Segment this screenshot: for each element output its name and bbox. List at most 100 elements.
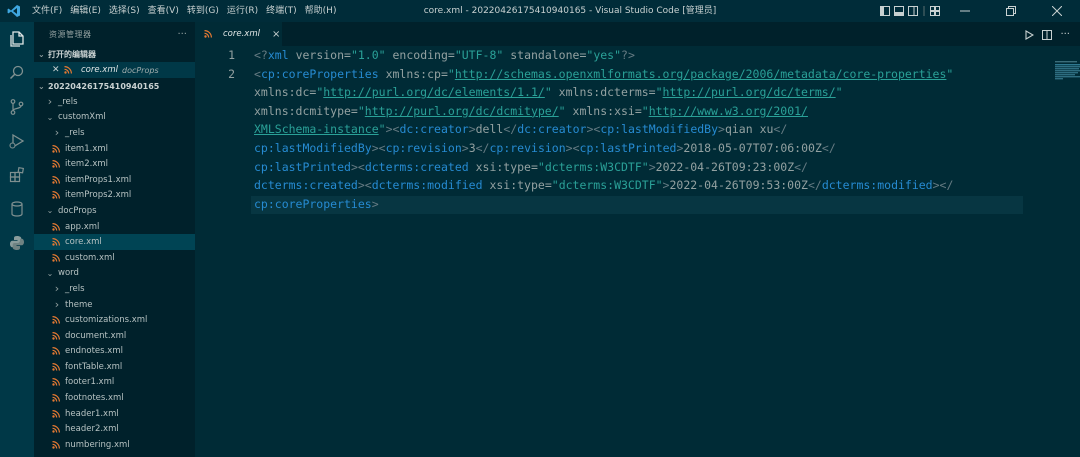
tree-file[interactable]: app.xml	[34, 219, 195, 235]
menu-item[interactable]: 终端(T)	[262, 0, 301, 22]
code-token: <	[572, 141, 580, 155]
menu-item[interactable]: 查看(V)	[144, 0, 183, 22]
code-token: </	[939, 178, 954, 193]
xml-file-icon	[52, 409, 60, 418]
tree-file[interactable]: item1.xml	[34, 141, 195, 157]
tree-item-label: numbering.xml	[65, 439, 130, 450]
code-token: dc:creator	[399, 122, 469, 137]
code-token: http://www.w3.org/2001/	[648, 103, 808, 118]
toggle-panel-icon[interactable]	[892, 0, 906, 22]
chevron-down-icon: ⌄	[46, 206, 54, 216]
run-icon[interactable]	[1025, 25, 1035, 44]
tree-folder[interactable]: › _rels	[34, 125, 195, 141]
tree-folder[interactable]: › _rels	[34, 281, 195, 297]
code-token: cp:coreProperties	[260, 66, 379, 81]
more-actions-icon[interactable]: ···	[1060, 29, 1070, 40]
toggle-secondary-sidebar-icon[interactable]	[906, 0, 920, 22]
code-token: </	[807, 178, 822, 193]
tree-file[interactable]: itemProps2.xml	[34, 188, 195, 204]
vscode-logo-icon[interactable]	[0, 0, 28, 22]
tree-file[interactable]: custom.xml	[34, 250, 195, 266]
tree-file[interactable]: customizations.xml	[34, 312, 195, 328]
menu-item[interactable]: 帮助(H)	[301, 0, 341, 22]
more-actions-icon[interactable]: ···	[177, 29, 187, 40]
code-token: xmlns:dc=	[254, 85, 317, 100]
minimize-icon[interactable]	[942, 0, 988, 22]
code-token: <	[378, 141, 386, 155]
code-editor[interactable]: 1 2 <?xml version="1.0" encoding="UTF-8" …	[195, 46, 1080, 457]
tree-item-label: itemProps2.xml	[65, 190, 132, 201]
xml-file-icon	[52, 394, 60, 402]
code-line: xmlns:dc="http://purl.org/dc/elements/1.…	[254, 83, 843, 102]
database-icon[interactable]	[0, 192, 34, 226]
python-icon[interactable]	[0, 226, 34, 260]
tree-folder[interactable]: › _rels	[34, 94, 195, 110]
code-token: >	[371, 141, 379, 155]
menu-item[interactable]: 文件(F)	[28, 0, 66, 22]
tree-folder[interactable]: ⌄ word	[34, 266, 195, 282]
workspace-root-section[interactable]: ⌄ 20220426175410940165	[34, 78, 195, 94]
close-window-icon[interactable]	[1034, 0, 1080, 22]
tree-file[interactable]: itemProps1.xml	[34, 172, 195, 188]
open-editor-item[interactable]: ✕ core.xml docProps	[34, 62, 195, 78]
tree-file[interactable]: core.xml	[34, 234, 195, 250]
source-control-icon[interactable]	[0, 90, 34, 124]
tree-folder[interactable]: › theme	[34, 297, 195, 313]
tab-core-xml[interactable]: core.xml ×	[195, 22, 282, 46]
code-token: http://schemas.openxmlformats.org/packag…	[454, 66, 947, 81]
code-token: >	[371, 196, 379, 211]
code-token: </	[503, 122, 518, 137]
tree-file[interactable]: footer1.xml	[34, 375, 195, 391]
xml-file-icon	[52, 175, 60, 184]
tree-file[interactable]: fontTable.xml	[34, 359, 195, 375]
tab-close-icon[interactable]: ×	[272, 29, 280, 40]
open-editor-dir: docProps	[121, 65, 159, 75]
extensions-icon[interactable]	[0, 158, 34, 192]
tree-folder[interactable]: ⌄ customXml	[34, 110, 195, 126]
tree-item-label: endnotes.xml	[65, 346, 123, 357]
workspace-root-label: 20220426175410940165	[48, 81, 160, 91]
tree-folder[interactable]: ⌄ docProps	[34, 203, 195, 219]
code-token: >	[648, 159, 656, 174]
editor-actions: ···	[1025, 22, 1070, 46]
chevron-right-icon: ›	[47, 95, 53, 109]
code-token: 2022-04-26T09:53:00Z	[669, 178, 808, 193]
toggle-sidebar-icon[interactable]	[878, 0, 892, 22]
code-token: http://purl.org/dc/dcmitype/	[364, 103, 559, 118]
code-token: "yes"	[586, 48, 622, 62]
chevron-right-icon: ›	[54, 282, 60, 296]
menu-item[interactable]: 运行(R)	[223, 0, 262, 22]
tree-file[interactable]: footnotes.xml	[34, 390, 195, 406]
minimap[interactable]	[1055, 60, 1080, 84]
tree-item-label: customXml	[58, 112, 106, 123]
code-token: xsi:type=	[482, 178, 552, 193]
title-bar: 文件(F) 编辑(E) 选择(S) 查看(V) 转到(G) 运行(R) 终端(T) 帮助(H)…	[0, 0, 1080, 22]
open-editors-section[interactable]: ⌄ 打开的编辑器	[34, 46, 195, 62]
xml-file-icon	[52, 160, 60, 168]
code-token: cp:lastPrinted	[254, 159, 351, 174]
customize-layout-icon[interactable]	[928, 0, 942, 22]
tree-file[interactable]: header1.xml	[34, 406, 195, 422]
tree-file[interactable]: document.xml	[34, 328, 195, 344]
menu-item[interactable]: 选择(S)	[105, 0, 144, 22]
run-debug-icon[interactable]	[0, 124, 34, 158]
menu-item[interactable]: 编辑(E)	[66, 0, 105, 22]
close-icon[interactable]: ✕	[52, 65, 64, 75]
tree-file[interactable]: endnotes.xml	[34, 344, 195, 360]
explorer-icon[interactable]	[0, 22, 34, 56]
tree-file[interactable]: header2.xml	[34, 421, 195, 437]
code-token: "	[655, 85, 663, 100]
tree-file[interactable]: item2.xml	[34, 156, 195, 172]
code-token: >	[385, 122, 393, 137]
xml-file-icon	[52, 440, 60, 449]
search-icon[interactable]	[0, 56, 34, 90]
code-token: standalone=	[503, 48, 587, 62]
restore-icon[interactable]	[988, 0, 1034, 22]
split-editor-icon[interactable]	[1042, 25, 1053, 44]
code-token: "	[641, 103, 649, 118]
tree-item-label: customizations.xml	[65, 315, 148, 326]
code-token: "	[357, 103, 365, 118]
tree-item-label: itemProps1.xml	[65, 174, 132, 185]
menu-item[interactable]: 转到(G)	[183, 0, 223, 22]
tree-file[interactable]: numbering.xml	[34, 437, 195, 453]
